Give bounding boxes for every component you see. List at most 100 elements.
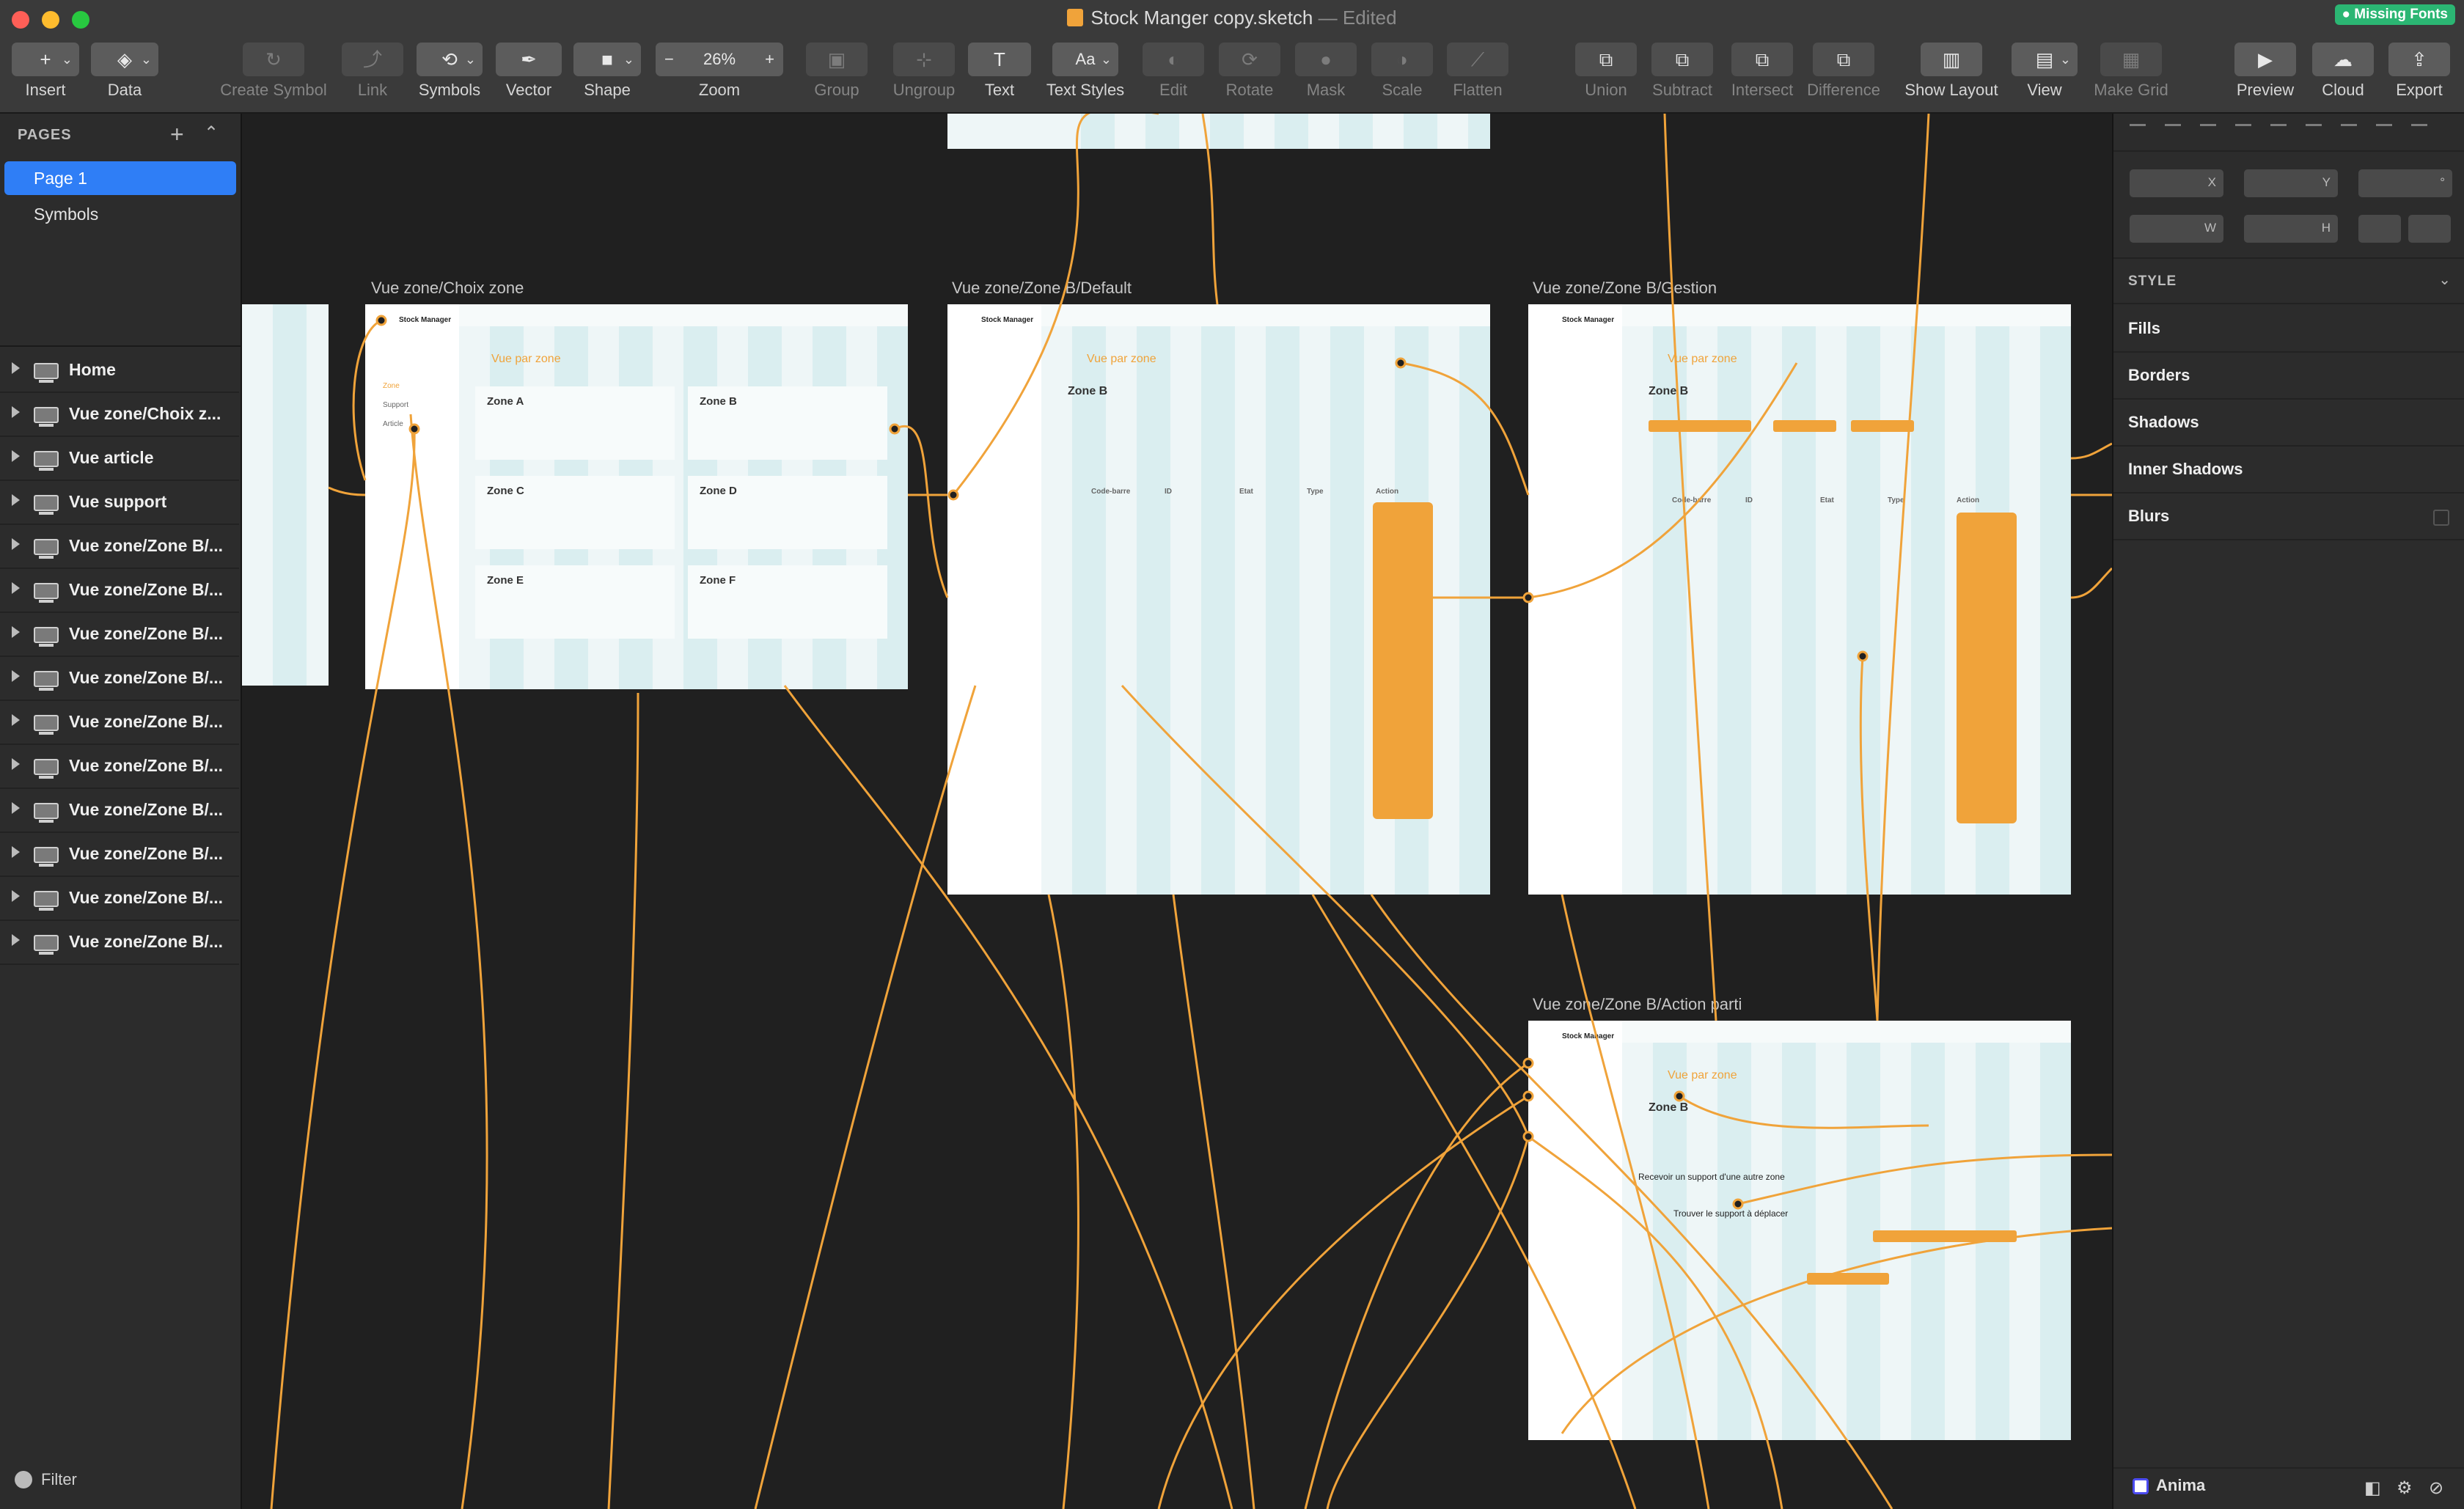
chevron-up-icon[interactable]: ⌃ <box>204 122 219 144</box>
disclosure-triangle-icon[interactable] <box>12 934 20 946</box>
layer-item[interactable]: Vue zone/Zone B/... <box>0 877 239 921</box>
layer-item[interactable]: Home <box>0 349 239 393</box>
vector-tool[interactable]: ✒ Vector <box>496 43 562 109</box>
rotation-field[interactable]: ° <box>2358 169 2452 197</box>
missing-fonts-badge[interactable]: ● Missing Fonts <box>2334 4 2455 25</box>
insert-label: Insert <box>25 81 66 99</box>
data-tool[interactable]: ◈ ⌄ Data <box>89 43 160 109</box>
width-field[interactable]: W <box>2130 215 2223 243</box>
layer-item[interactable]: Vue zone/Zone B/... <box>0 833 239 877</box>
view-tool[interactable]: ▤ ⌄ View <box>2011 43 2078 109</box>
page-item-symbols[interactable]: Symbols <box>4 197 236 231</box>
layer-item[interactable]: Vue zone/Zone B/... <box>0 789 239 833</box>
y-field[interactable]: Y <box>2244 169 2338 197</box>
layer-name: Vue zone/Zone B/... <box>69 932 223 951</box>
artboard-icon <box>34 407 59 427</box>
preview-tool[interactable]: ▶ Preview <box>2234 43 2297 109</box>
chevron-down-icon[interactable]: ⌄ <box>2438 271 2451 289</box>
borders-section[interactable]: Borders <box>2128 366 2190 385</box>
disclosure-triangle-icon[interactable] <box>12 538 20 550</box>
layer-item[interactable]: Vue zone/Zone B/... <box>0 613 239 657</box>
shape-tool[interactable]: ■ ⌄ Shape <box>573 43 641 109</box>
text-styles-tool[interactable]: Aa ⌄ Text Styles <box>1041 43 1129 109</box>
height-field[interactable]: H <box>2244 215 2338 243</box>
disclosure-triangle-icon[interactable] <box>12 582 20 594</box>
distribute-icon[interactable] <box>2200 124 2216 142</box>
gear-icon[interactable]: ⚙ <box>2397 1477 2413 1499</box>
layer-item[interactable]: Vue zone/Choix z... <box>0 393 239 437</box>
link-tool[interactable]: ⤴ Link <box>342 43 403 109</box>
show-layout-tool[interactable]: ▥ Show Layout <box>1898 43 2005 109</box>
layer-item[interactable]: Vue zone/Zone B/... <box>0 657 239 701</box>
disclosure-triangle-icon[interactable] <box>12 406 20 418</box>
layer-item[interactable]: Vue zone/Zone B/... <box>0 701 239 745</box>
rotate-tool[interactable]: ⟳ Rotate <box>1219 43 1280 109</box>
union-tool[interactable]: ⧉ Union <box>1575 43 1637 109</box>
ungroup-tool[interactable]: ⊹ Ungroup <box>880 43 968 109</box>
no-sync-icon[interactable]: ⊘ <box>2429 1477 2443 1499</box>
disclosure-triangle-icon[interactable] <box>12 362 20 374</box>
layer-item[interactable]: Vue zone/Zone B/... <box>0 921 239 965</box>
blurs-checkbox[interactable] <box>2433 510 2449 526</box>
difference-icon: ⧉ <box>1813 43 1874 76</box>
align-middle-icon[interactable] <box>2306 124 2322 142</box>
disclosure-triangle-icon[interactable] <box>12 714 20 726</box>
fills-section[interactable]: Fills <box>2128 319 2160 338</box>
cloud-tool[interactable]: ☁ Cloud <box>2311 43 2375 109</box>
flatten-tool[interactable]: ⟋ Flatten <box>1446 43 1509 109</box>
disclosure-triangle-icon[interactable] <box>12 758 20 770</box>
group-tool[interactable]: ▣ Group <box>796 43 877 109</box>
scale-tool[interactable]: ◑ Scale <box>1371 43 1433 109</box>
edit-tool[interactable]: ◐ Edit <box>1143 43 1204 109</box>
text-tool[interactable]: T Text <box>968 43 1031 109</box>
mask-tool[interactable]: ● Mask <box>1295 43 1357 109</box>
disclosure-triangle-icon[interactable] <box>12 494 20 506</box>
ungroup-label: Ungroup <box>892 81 956 99</box>
layer-item[interactable]: Vue zone/Zone B/... <box>0 745 239 789</box>
disclosure-triangle-icon[interactable] <box>12 626 20 638</box>
create-symbol-tool[interactable]: ↻ Create Symbol <box>211 43 336 109</box>
inner-shadows-section[interactable]: Inner Shadows <box>2128 460 2243 479</box>
align-left-icon[interactable] <box>2130 124 2146 142</box>
layer-item[interactable]: Vue article <box>0 437 239 481</box>
difference-tool[interactable]: ⧉ Difference <box>1805 43 1882 109</box>
make-grid-tool[interactable]: ▦ Make Grid <box>2090 43 2172 109</box>
disclosure-triangle-icon[interactable] <box>12 846 20 858</box>
align-top-icon[interactable] <box>2270 124 2287 142</box>
align-right-icon[interactable] <box>2235 124 2251 142</box>
distribute-vertical-icon[interactable] <box>2376 124 2392 142</box>
flip-vertical-button[interactable] <box>2408 215 2451 243</box>
panel-toggle-icon[interactable]: ◧ <box>2364 1477 2381 1499</box>
export-tool[interactable]: ⇪ Export <box>2388 43 2451 109</box>
align-center-icon[interactable] <box>2165 124 2181 142</box>
artboard-icon <box>34 671 59 691</box>
intersect-tool[interactable]: ⧉ Intersect <box>1723 43 1801 109</box>
shadows-section[interactable]: Shadows <box>2128 413 2199 432</box>
add-page-icon[interactable]: + <box>170 121 184 148</box>
layer-item[interactable]: Vue support <box>0 481 239 525</box>
anima-plugin[interactable]: Anima <box>2133 1476 2205 1495</box>
zoom-out-button[interactable]: − <box>664 43 674 76</box>
flip-horizontal-button[interactable] <box>2358 215 2401 243</box>
symbols-tool[interactable]: ⟲ ⌄ Symbols <box>415 43 484 109</box>
layer-item[interactable]: Vue zone/Zone B/... <box>0 525 239 569</box>
artboard-icon <box>34 759 59 779</box>
disclosure-triangle-icon[interactable] <box>12 802 20 814</box>
link-label: Link <box>357 81 388 99</box>
blurs-section[interactable]: Blurs <box>2128 507 2169 526</box>
disclosure-triangle-icon[interactable] <box>12 890 20 902</box>
align-bottom-icon[interactable] <box>2341 124 2357 142</box>
subtract-tool[interactable]: ⧉ Subtract <box>1644 43 1720 109</box>
zoom-value[interactable]: 26% <box>703 50 736 68</box>
x-field[interactable]: X <box>2130 169 2223 197</box>
distribute-horizontal-icon[interactable] <box>2411 124 2427 142</box>
zoom-in-button[interactable]: + <box>765 43 774 76</box>
page-item-page-1[interactable]: Page 1 <box>4 161 236 195</box>
disclosure-triangle-icon[interactable] <box>12 450 20 462</box>
filter-field[interactable]: Filter <box>15 1470 77 1489</box>
flatten-icon: ⟋ <box>1447 43 1508 76</box>
layer-item[interactable]: Vue zone/Zone B/... <box>0 569 239 613</box>
insert-tool[interactable]: + ⌄ Insert <box>10 43 81 109</box>
disclosure-triangle-icon[interactable] <box>12 670 20 682</box>
canvas[interactable]: Vue zone/Choix zone Stock Manager Zone S… <box>242 114 2112 1509</box>
